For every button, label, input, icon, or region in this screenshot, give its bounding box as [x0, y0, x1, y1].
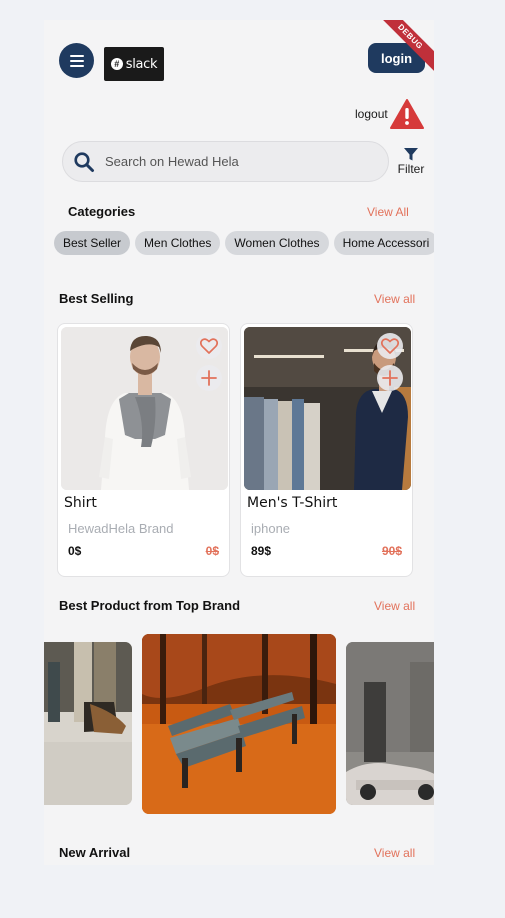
best-selling-title: Best Selling [59, 291, 134, 306]
slack-icon: # [110, 58, 123, 70]
product-old-price: 0$ [205, 544, 219, 558]
category-chip-women-clothes[interactable]: Women Clothes [225, 231, 329, 255]
menu-button[interactable] [59, 43, 94, 78]
brand-product-image[interactable] [346, 642, 434, 805]
new-arrival-view-all[interactable]: View all [374, 846, 415, 860]
product-price: 89$ [251, 544, 272, 558]
search-bar[interactable] [62, 141, 389, 182]
logout-link[interactable]: logout [355, 107, 388, 121]
plus-icon [382, 370, 398, 386]
app-logo: # slack [104, 47, 164, 81]
product-card[interactable]: Men's T-Shirt iphone 89$ 90$ [240, 323, 413, 577]
filter-button[interactable]: Filter [396, 148, 426, 176]
categories-title: Categories [68, 204, 136, 219]
menu-icon [69, 54, 84, 57]
new-arrival-title: New Arrival [59, 845, 131, 860]
warning-icon[interactable] [389, 98, 425, 130]
add-to-cart-button[interactable] [377, 365, 403, 391]
best-selling-view-all[interactable]: View all [374, 292, 415, 306]
category-chip-home-accessories[interactable]: Home Accessori [333, 231, 434, 255]
logo-text: slack [125, 56, 158, 72]
product-brand: iphone [251, 521, 291, 536]
top-brand-title: Best Product from Top Brand [59, 598, 241, 613]
search-icon [74, 151, 94, 172]
filter-icon [404, 148, 418, 161]
top-brand-view-all[interactable]: View all [374, 599, 415, 613]
category-chips: Best Seller Men Clothes Women Clothes Ho… [54, 231, 434, 255]
product-old-price: 90$ [381, 544, 402, 558]
search-input[interactable] [105, 154, 345, 169]
app-screen: # slack login DEBUG logout Filter Catego… [44, 20, 434, 865]
brand-product-image[interactable] [142, 634, 336, 814]
category-chip-best-seller[interactable]: Best Seller [54, 231, 131, 255]
wishlist-button[interactable] [377, 333, 403, 359]
product-name: Shirt [64, 495, 97, 511]
product-name: Men's T-Shirt [247, 495, 338, 511]
filter-label: Filter [397, 162, 425, 176]
add-to-cart-button[interactable] [196, 365, 222, 391]
brand-product-image[interactable] [44, 642, 132, 805]
plus-icon [201, 370, 217, 386]
heart-icon [200, 338, 218, 354]
wishlist-button[interactable] [196, 333, 222, 359]
product-price: 0$ [68, 544, 82, 558]
product-card[interactable]: Shirt HewadHela Brand 0$ 0$ [57, 323, 230, 577]
viewport: # slack login DEBUG logout Filter Catego… [0, 0, 505, 918]
heart-icon [381, 338, 399, 354]
product-brand: HewadHela Brand [68, 521, 174, 536]
category-chip-men-clothes[interactable]: Men Clothes [135, 231, 221, 255]
categories-view-all[interactable]: View All [367, 205, 409, 219]
